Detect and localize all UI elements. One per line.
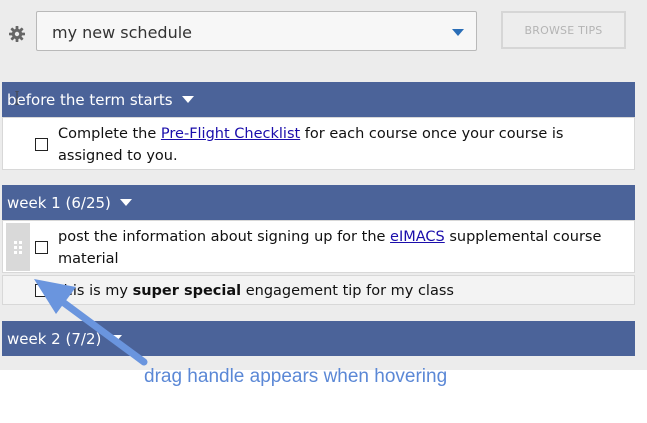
annotation-text: drag handle appears when hovering <box>144 366 448 387</box>
annotation-arrow-icon <box>34 279 148 366</box>
